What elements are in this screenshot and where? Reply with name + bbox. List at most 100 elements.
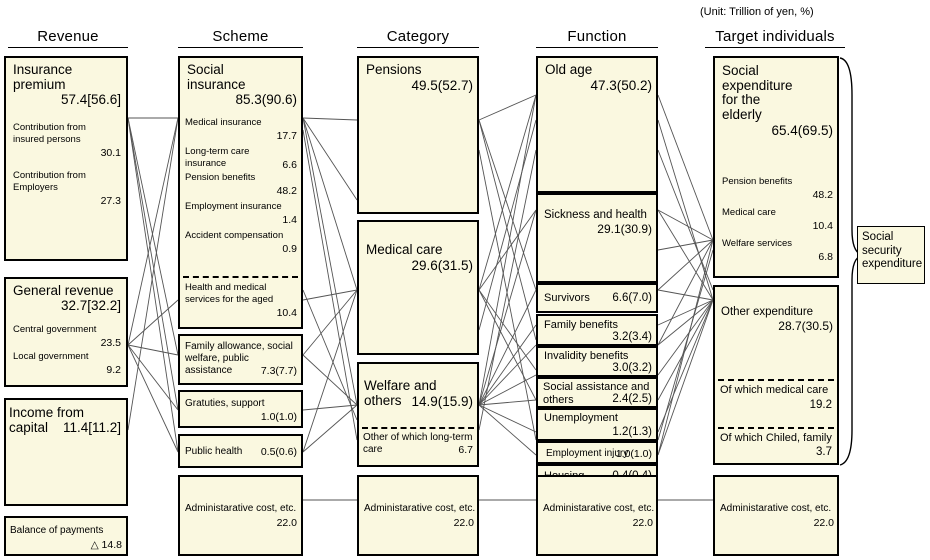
family-allowance-value: 7.3(7.7) bbox=[260, 365, 297, 377]
category-admin-cost-title: Administarative cost, etc. bbox=[364, 503, 476, 514]
balance-of-payments-title: Balance of payments bbox=[10, 525, 104, 536]
medical-care-value: 29.6(31.5) bbox=[411, 258, 473, 273]
balance-of-payments-value: △ 14.8 bbox=[90, 539, 122, 551]
social-assistance-value: 2.4(2.5) bbox=[612, 393, 652, 405]
revenue-general-revenue-box[interactable]: General revenue 32.7[32.2] Central gover… bbox=[4, 277, 128, 387]
function-old-age-box[interactable]: Old age 47.3(50.2) bbox=[536, 56, 658, 193]
scheme-public-health-box[interactable]: Public health 0.5(0.6) bbox=[178, 434, 303, 468]
medical-care-title: Medical care bbox=[366, 242, 443, 257]
diagram-canvas: (Unit: Trillion of yen, %) Revenue Schem… bbox=[0, 0, 930, 560]
general-revenue-sub-0-label: Central government bbox=[13, 324, 97, 335]
employment-injury-value: 1.0(1.0) bbox=[615, 448, 652, 460]
social-insurance-sub-0-value: 17.7 bbox=[276, 130, 297, 142]
insurance-premium-value: 57.4[56.6] bbox=[60, 92, 121, 107]
general-revenue-title: General revenue bbox=[13, 283, 114, 298]
social-insurance-sub-4-label: Accident compensation bbox=[185, 230, 284, 241]
family-benefits-value: 3.2(3.4) bbox=[612, 331, 652, 343]
column-header-scheme: Scheme bbox=[178, 28, 303, 48]
elderly-sub-2-label: Welfare services bbox=[722, 238, 793, 249]
function-admin-cost-box[interactable]: Administarative cost, etc. 22.0 bbox=[536, 475, 658, 556]
revenue-insurance-premium-box[interactable]: Insurance premium 57.4[56.6] Contributio… bbox=[4, 56, 128, 261]
insurance-premium-sub-1-label: Contribution from Employers bbox=[13, 170, 86, 193]
elderly-sub-1-label: Medical care bbox=[722, 207, 776, 218]
function-social-assistance-box[interactable]: Social assistance and others 2.4(2.5) bbox=[536, 377, 658, 408]
elderly-sub-1-value: 10.4 bbox=[812, 220, 833, 232]
insurance-premium-title: Insurance premium bbox=[13, 62, 73, 92]
column-header-target: Target individuals bbox=[705, 28, 845, 48]
welfare-others-divider bbox=[362, 427, 474, 429]
insurance-premium-sub-1-value: 27.3 bbox=[100, 195, 121, 207]
general-revenue-sub-1-value: 9.2 bbox=[106, 364, 121, 376]
other-expenditure-title: Other expenditure bbox=[721, 306, 814, 318]
function-employment-injury-box[interactable]: Employment injury 1.0(1.0) bbox=[536, 441, 658, 464]
unemployment-title: Unemployment bbox=[544, 412, 618, 424]
social-insurance-footnote-value: 10.4 bbox=[276, 307, 297, 319]
scheme-admin-cost-box[interactable]: Administarative cost, etc. 22.0 bbox=[178, 475, 303, 556]
of-which-medical-care-label: Of which medical care bbox=[720, 384, 829, 396]
category-pensions-box[interactable]: Pensions 49.5(52.7) bbox=[357, 56, 479, 214]
category-admin-cost-value: 22.0 bbox=[453, 517, 474, 529]
social-insurance-sub-3-value: 1.4 bbox=[282, 214, 297, 226]
target-admin-cost-box[interactable]: Administarative cost, etc. 22.0 bbox=[713, 475, 839, 556]
scheme-admin-cost-title: Administarative cost, etc. bbox=[185, 503, 297, 514]
social-insurance-divider bbox=[183, 276, 298, 278]
social-insurance-value: 85.3(90.6) bbox=[235, 92, 297, 107]
social-insurance-sub-3-label: Employment insurance bbox=[185, 201, 282, 212]
revenue-balance-of-payments-box[interactable]: Balance of payments △ 14.8 bbox=[4, 516, 128, 556]
function-sickness-health-box[interactable]: Sickness and health 29.1(30.9) bbox=[536, 193, 658, 283]
sickness-health-title: Sickness and health bbox=[544, 209, 647, 221]
pensions-value: 49.5(52.7) bbox=[411, 78, 473, 93]
public-health-value: 0.5(0.6) bbox=[260, 446, 297, 458]
social-insurance-sub-2-value: 48.2 bbox=[276, 185, 297, 197]
function-survivors-box[interactable]: Survivors 6.6(7.0) bbox=[536, 283, 658, 313]
general-revenue-sub-0-value: 23.5 bbox=[100, 337, 121, 349]
social-insurance-sub-0-label: Medical insurance bbox=[185, 117, 262, 128]
general-revenue-sub-1-label: Local government bbox=[13, 351, 89, 362]
other-expenditure-value: 28.7(30.5) bbox=[778, 319, 833, 333]
elderly-sub-0-label: Pension benefits bbox=[722, 176, 793, 187]
revenue-income-from-capital-box[interactable]: Income from capital 11.4[11.2] bbox=[4, 398, 128, 506]
column-header-category: Category bbox=[357, 28, 479, 48]
pensions-title: Pensions bbox=[366, 62, 422, 77]
function-admin-cost-title: Administarative cost, etc. bbox=[543, 503, 655, 514]
column-header-revenue: Revenue bbox=[8, 28, 128, 48]
social-insurance-title: Social insurance bbox=[187, 62, 246, 92]
social-insurance-sub-1-value: 6.6 bbox=[282, 159, 297, 171]
function-invalidity-benefits-box[interactable]: Invalidity benefits 3.0(3.2) bbox=[536, 346, 658, 377]
elderly-sub-0-value: 48.2 bbox=[812, 189, 833, 201]
welfare-others-footnote-value: 6.7 bbox=[458, 444, 473, 456]
old-age-title: Old age bbox=[545, 62, 593, 77]
scheme-family-allowance-box[interactable]: Family allowance, social welfare, public… bbox=[178, 334, 303, 385]
target-elderly-box[interactable]: Social expenditure for the elderly 65.4(… bbox=[713, 56, 839, 278]
category-welfare-others-box[interactable]: Welfare and others 14.9(15.9) Other of w… bbox=[357, 362, 479, 467]
social-security-expenditure-box[interactable]: Social security expenditure bbox=[857, 226, 925, 284]
social-insurance-footnote-label: Health and medical services for the aged bbox=[185, 282, 274, 305]
unemployment-value: 1.2(1.3) bbox=[612, 426, 652, 438]
gratuities-title: Gratuties, support bbox=[185, 398, 265, 409]
survivors-value: 6.6(7.0) bbox=[612, 292, 652, 304]
of-which-child-family-label: Of which Chiled, family bbox=[720, 432, 832, 444]
category-admin-cost-box[interactable]: Administarative cost, etc. 22.0 bbox=[357, 475, 479, 556]
of-which-child-family-value: 3.7 bbox=[816, 446, 832, 458]
category-medical-care-box[interactable]: Medical care 29.6(31.5) bbox=[357, 220, 479, 355]
insurance-premium-sub-0-label: Contribution from insured persons bbox=[13, 122, 86, 145]
general-revenue-value: 32.7[32.2] bbox=[60, 298, 121, 313]
old-age-value: 47.3(50.2) bbox=[590, 78, 652, 93]
function-admin-cost-value: 22.0 bbox=[632, 517, 653, 529]
gratuities-value: 1.0(1.0) bbox=[260, 411, 297, 423]
scheme-gratuities-box[interactable]: Gratuties, support 1.0(1.0) bbox=[178, 390, 303, 428]
unit-note: (Unit: Trillion of yen, %) bbox=[700, 6, 814, 18]
column-header-function: Function bbox=[536, 28, 658, 48]
function-family-benefits-box[interactable]: Family benefits 3.2(3.4) bbox=[536, 314, 658, 346]
income-from-capital-value: 11.4[11.2] bbox=[62, 420, 121, 435]
elderly-sub-2-value: 6.8 bbox=[818, 251, 833, 263]
sickness-health-value: 29.1(30.9) bbox=[597, 222, 652, 236]
invalidity-benefits-value: 3.0(3.2) bbox=[612, 362, 652, 374]
of-which-medical-care-value: 19.2 bbox=[809, 399, 832, 411]
target-admin-cost-value: 22.0 bbox=[813, 517, 834, 529]
scheme-social-insurance-box[interactable]: Social insurance 85.3(90.6) Medical insu… bbox=[178, 56, 303, 329]
target-other-expenditure-box[interactable]: Other expenditure 28.7(30.5) Of which me… bbox=[713, 285, 839, 465]
social-insurance-sub-4-value: 0.9 bbox=[282, 243, 297, 255]
function-unemployment-box[interactable]: Unemployment 1.2(1.3) bbox=[536, 408, 658, 441]
insurance-premium-sub-0-value: 30.1 bbox=[100, 147, 121, 159]
